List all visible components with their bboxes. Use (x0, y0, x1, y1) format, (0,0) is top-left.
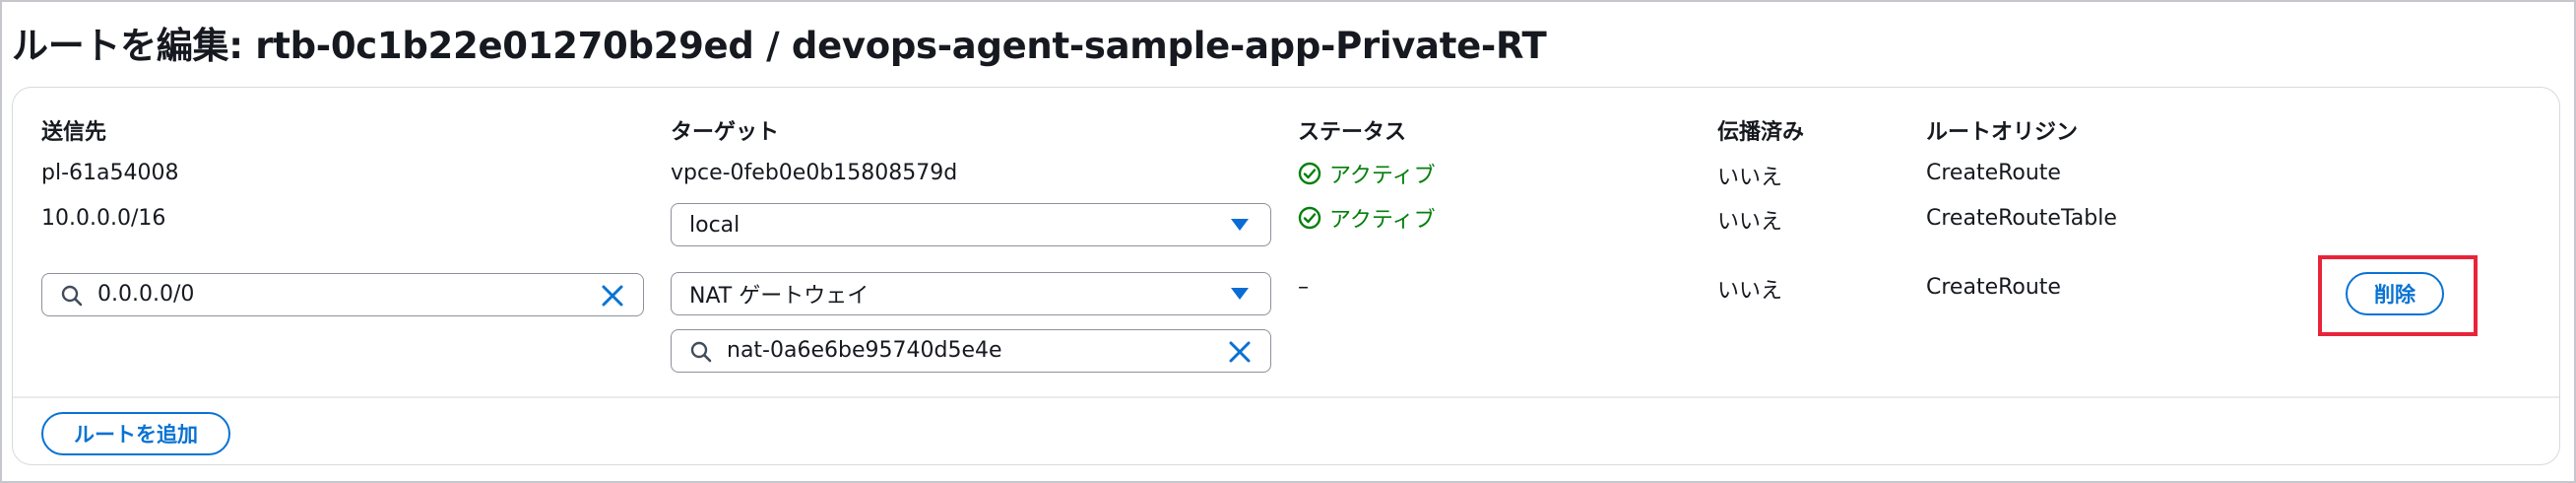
route-3-target-search[interactable]: nat-0a6e6be95740d5e4e (671, 329, 1271, 373)
route-3-target-select-value: NAT ゲートウェイ (689, 284, 869, 309)
route-1-target: vpce-0feb0e0b15808579d (671, 161, 958, 185)
route-3-destination-value: 0.0.0.0/0 (97, 282, 195, 307)
route-2-target-select-value: local (689, 212, 741, 238)
add-route-button[interactable]: ルートを追加 (41, 412, 230, 455)
route-2-origin: CreateRouteTable (1926, 206, 2117, 231)
caret-down-icon (1231, 288, 1249, 300)
route-1-propagated: いいえ (1717, 166, 1783, 190)
route-1-origin: CreateRoute (1926, 161, 2061, 185)
route-2-destination: 10.0.0.0/16 (41, 206, 166, 231)
route-1-destination: pl-61a54008 (41, 161, 179, 185)
route-3-target-select[interactable]: NAT ゲートウェイ (671, 272, 1271, 315)
column-header-destination: 送信先 (41, 120, 107, 145)
search-icon (61, 285, 83, 307)
column-header-target: ターゲット (671, 120, 780, 145)
divider (13, 396, 2559, 398)
route-3-origin: CreateRoute (1926, 275, 2061, 300)
page-title: ルートを編集: rtb-0c1b22e01270b29ed / devops-a… (12, 25, 1547, 67)
clear-icon[interactable] (600, 283, 625, 309)
check-circle-icon (1298, 162, 1321, 185)
route-2-propagated: いいえ (1717, 210, 1783, 235)
route-3-destination-input[interactable]: 0.0.0.0/0 (41, 273, 644, 316)
route-2-status: アクティブ (1298, 202, 1436, 234)
check-circle-icon (1298, 206, 1321, 230)
route-3-target-search-value: nat-0a6e6be95740d5e4e (727, 338, 1002, 363)
highlight-box (2318, 255, 2478, 336)
search-icon (690, 341, 712, 363)
route-3-propagated: いいえ (1717, 279, 1783, 304)
caret-down-icon (1231, 219, 1249, 231)
column-header-origin: ルートオリジン (1926, 120, 2079, 145)
route-2-target-select[interactable]: local (671, 203, 1271, 246)
route-1-status: アクティブ (1298, 158, 1436, 189)
column-header-status: ステータス (1298, 120, 1407, 145)
route-1-status-label: アクティブ (1329, 164, 1436, 188)
route-3-status: – (1298, 275, 1309, 300)
clear-icon[interactable] (1227, 339, 1253, 365)
column-header-propagated: 伝播済み (1717, 120, 1805, 145)
route-2-status-label: アクティブ (1329, 208, 1436, 233)
